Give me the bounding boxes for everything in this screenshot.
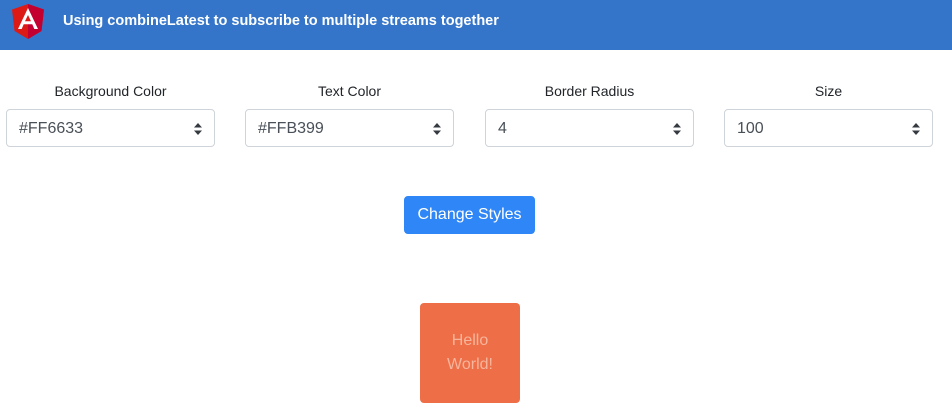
- select-caret-icon: [433, 123, 441, 135]
- select-caret-icon: [673, 123, 681, 135]
- size-control: Size 100: [724, 82, 933, 147]
- border-radius-value: 4: [498, 120, 507, 137]
- size-select[interactable]: 100: [724, 109, 933, 147]
- preview-text: Hello World!: [447, 329, 493, 377]
- border-radius-select[interactable]: 4: [485, 109, 694, 147]
- angular-logo-icon: [12, 4, 44, 39]
- text-color-control: Text Color #FFB399: [245, 82, 454, 147]
- text-color-value: #FFB399: [258, 120, 324, 137]
- select-caret-icon: [912, 123, 920, 135]
- size-value: 100: [737, 120, 764, 137]
- text-color-label: Text Color: [317, 83, 382, 99]
- change-styles-button[interactable]: Change Styles: [404, 196, 535, 234]
- preview-box: Hello World!: [420, 303, 520, 403]
- top-bar: Using combineLatest to subscribe to mult…: [0, 0, 952, 50]
- page-title: Using combineLatest to subscribe to mult…: [63, 13, 499, 29]
- text-color-select[interactable]: #FFB399: [245, 109, 454, 147]
- select-caret-icon: [194, 123, 202, 135]
- background-color-label: Background Color: [54, 83, 167, 99]
- border-radius-control: Border Radius 4: [485, 82, 694, 147]
- background-color-select[interactable]: #FF6633: [6, 109, 215, 147]
- preview-line-2: World!: [447, 356, 493, 373]
- background-color-control: Background Color #FF6633: [6, 82, 215, 147]
- background-color-value: #FF6633: [19, 120, 84, 137]
- size-label: Size: [814, 83, 843, 99]
- preview-line-1: Hello: [451, 332, 489, 349]
- border-radius-label: Border Radius: [544, 83, 635, 99]
